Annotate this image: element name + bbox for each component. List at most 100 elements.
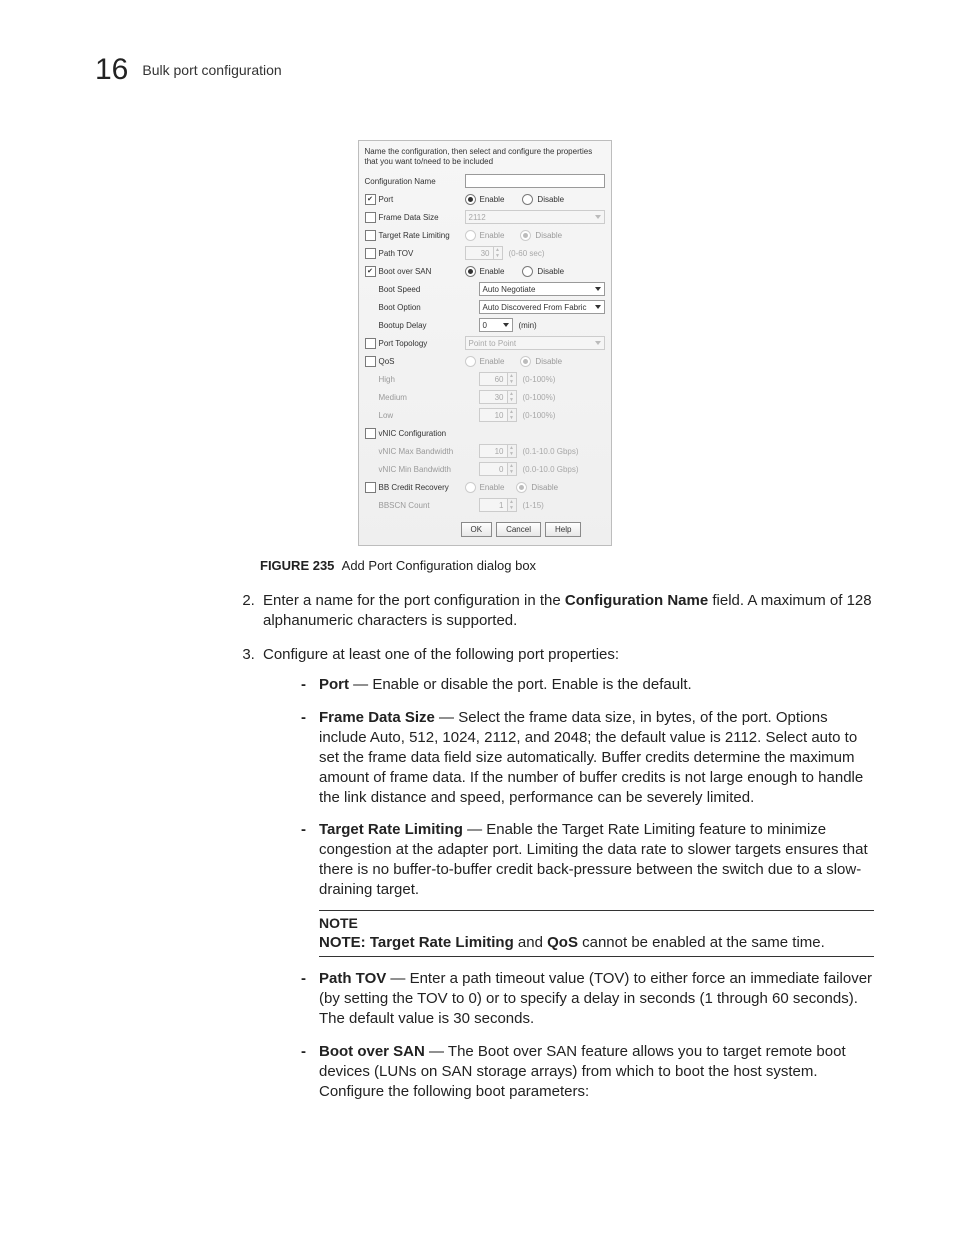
port-topology-checkbox[interactable]: [365, 338, 376, 349]
chapter-title: Bulk port configuration: [142, 62, 281, 78]
chevron-down-icon: [595, 305, 601, 309]
note-head: NOTE: [319, 914, 874, 933]
vnic-max-hint: (0.1-10.0 Gbps): [523, 447, 579, 456]
step-2: Enter a name for the port configuration …: [259, 591, 874, 631]
qos-low-spinner[interactable]: 10 ▲▼: [479, 408, 517, 422]
port-topology-value: Point to Point: [469, 339, 517, 348]
help-button[interactable]: Help: [545, 522, 581, 537]
qos-medium-hint: (0-100%): [523, 393, 556, 402]
note-rule-top: [319, 910, 874, 911]
port-checkbox[interactable]: ✔: [365, 194, 376, 205]
target-rate-disable-radio[interactable]: [520, 230, 531, 241]
vnic-max-spinner[interactable]: 10 ▲▼: [479, 444, 517, 458]
figure-caption: FIGURE 235 Add Port Configuration dialog…: [260, 558, 536, 573]
body-content: Enter a name for the port configuration …: [95, 591, 874, 1102]
vnic-checkbox[interactable]: [365, 428, 376, 439]
qos-checkbox[interactable]: [365, 356, 376, 367]
frame-data-size-select[interactable]: 2112: [465, 210, 605, 224]
cancel-button[interactable]: Cancel: [496, 522, 541, 537]
bb-credit-disable-label: Disable: [531, 483, 558, 492]
qos-low-value: 10: [479, 408, 507, 422]
bbscn-count-label: BBSCN Count: [365, 501, 475, 510]
note-body-d: cannot be enabled at the same time.: [578, 934, 825, 951]
boot-speed-label: Boot Speed: [365, 285, 475, 294]
bb-credit-enable-label: Enable: [480, 483, 505, 492]
figure-add-port-config: Name the configuration, then select and …: [95, 140, 874, 573]
boot-over-san-checkbox[interactable]: ✔: [365, 266, 376, 277]
target-rate-enable-radio[interactable]: [465, 230, 476, 241]
target-rate-checkbox[interactable]: [365, 230, 376, 241]
port-topology-label: Port Topology: [379, 339, 428, 348]
running-header: 16 Bulk port configuration: [95, 55, 874, 85]
figure-number: FIGURE 235: [260, 558, 334, 573]
path-tov-checkbox[interactable]: [365, 248, 376, 259]
ok-button[interactable]: OK: [461, 522, 493, 537]
bootup-delay-select[interactable]: 0: [479, 318, 513, 332]
chapter-number: 16: [95, 55, 128, 85]
qos-enable-radio[interactable]: [465, 356, 476, 367]
note-body: NOTE: Target Rate Limiting and QoS canno…: [319, 933, 874, 953]
bb-credit-label: BB Credit Recovery: [379, 483, 449, 492]
boot-option-select[interactable]: Auto Discovered From Fabric: [479, 300, 605, 314]
vnic-max-label: vNIC Max Bandwidth: [365, 447, 475, 456]
qos-low-hint: (0-100%): [523, 411, 556, 420]
bbscn-count-value: 1: [479, 498, 507, 512]
boot-over-san-enable-label: Enable: [480, 267, 505, 276]
path-tov-value: 30: [465, 246, 493, 260]
frame-data-size-checkbox[interactable]: [365, 212, 376, 223]
bullet-ptov-head: Path TOV: [319, 970, 386, 987]
bullet-bos-head: Boot over SAN: [319, 1043, 425, 1060]
path-tov-label: Path TOV: [379, 249, 414, 258]
qos-medium-value: 30: [479, 390, 507, 404]
boot-over-san-disable-radio[interactable]: [522, 266, 533, 277]
qos-low-label: Low: [365, 411, 475, 420]
step-2-bold: Configuration Name: [565, 592, 708, 609]
step-3: Configure at least one of the following …: [259, 645, 874, 1101]
qos-high-spinner[interactable]: 60 ▲▼: [479, 372, 517, 386]
bbscn-count-hint: (1-15): [523, 501, 544, 510]
bullet-target-rate-limiting: Target Rate Limiting — Enable the Target…: [301, 820, 874, 957]
qos-medium-label: Medium: [365, 393, 475, 402]
boot-over-san-label: Boot over SAN: [379, 267, 432, 276]
boot-speed-select[interactable]: Auto Negotiate: [479, 282, 605, 296]
chevron-down-icon: [503, 323, 509, 327]
vnic-min-label: vNIC Min Bandwidth: [365, 465, 475, 474]
step-3-text: Configure at least one of the following …: [263, 646, 619, 663]
bullet-port-head: Port: [319, 676, 349, 693]
chevron-down-icon: [595, 215, 601, 219]
frame-data-size-value: 2112: [469, 213, 486, 222]
bb-credit-checkbox[interactable]: [365, 482, 376, 493]
qos-enable-label: Enable: [480, 357, 505, 366]
port-label: Port: [379, 195, 394, 204]
add-port-config-dialog: Name the configuration, then select and …: [358, 140, 612, 546]
vnic-max-value: 10: [479, 444, 507, 458]
frame-data-size-label: Frame Data Size: [379, 213, 439, 222]
bb-credit-enable-radio[interactable]: [465, 482, 476, 493]
bootup-delay-value: 0: [483, 321, 487, 330]
path-tov-spinner[interactable]: 30 ▲▼: [465, 246, 503, 260]
step-2-text-a: Enter a name for the port configuration …: [263, 592, 565, 609]
bullet-frame-data-size: Frame Data Size — Select the frame data …: [301, 708, 874, 808]
bb-credit-disable-radio[interactable]: [516, 482, 527, 493]
qos-label: QoS: [379, 357, 395, 366]
boot-option-label: Boot Option: [365, 303, 475, 312]
qos-disable-radio[interactable]: [520, 356, 531, 367]
boot-option-value: Auto Discovered From Fabric: [483, 303, 587, 312]
qos-medium-spinner[interactable]: 30 ▲▼: [479, 390, 517, 404]
bootup-delay-label: Bootup Delay: [365, 321, 475, 330]
bbscn-count-spinner[interactable]: 1 ▲▼: [479, 498, 517, 512]
config-name-input[interactable]: [465, 174, 605, 188]
qos-high-value: 60: [479, 372, 507, 386]
note-block: NOTE NOTE: Target Rate Limiting and QoS …: [319, 910, 874, 957]
vnic-min-spinner[interactable]: 0 ▲▼: [479, 462, 517, 476]
port-enable-radio[interactable]: [465, 194, 476, 205]
port-disable-radio[interactable]: [522, 194, 533, 205]
note-body-b: and: [514, 934, 547, 951]
dialog-intro: Name the configuration, then select and …: [365, 147, 605, 166]
chevron-down-icon: [595, 341, 601, 345]
bullet-boot-over-san: Boot over SAN — The Boot over SAN featur…: [301, 1042, 874, 1102]
boot-speed-value: Auto Negotiate: [483, 285, 536, 294]
qos-high-label: High: [365, 375, 475, 384]
port-topology-select[interactable]: Point to Point: [465, 336, 605, 350]
boot-over-san-enable-radio[interactable]: [465, 266, 476, 277]
